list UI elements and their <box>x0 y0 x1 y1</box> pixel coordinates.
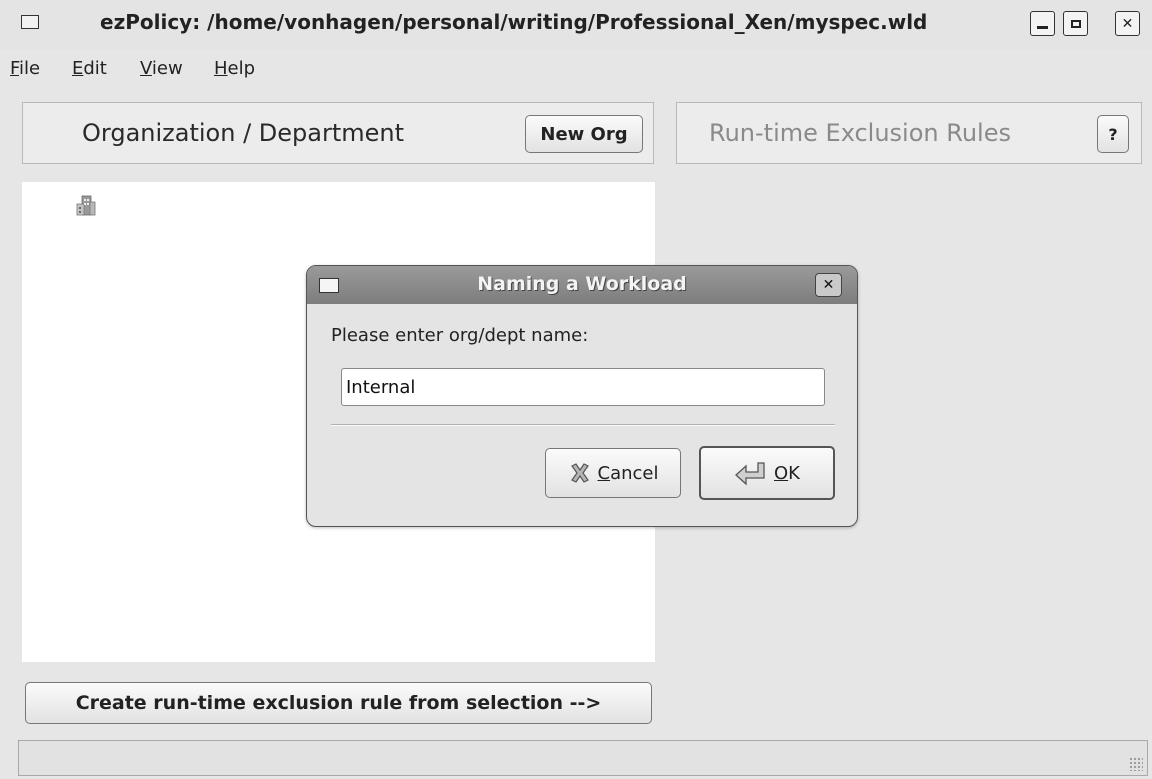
create-exclusion-rule-button[interactable]: Create run-time exclusion rule from sele… <box>25 682 652 724</box>
maximize-icon <box>1070 19 1081 28</box>
window-title: ezPolicy: /home/vonhagen/personal/writin… <box>100 10 928 34</box>
resize-grip-icon[interactable] <box>1129 757 1143 771</box>
dialog-title: Naming a Workload <box>477 273 687 295</box>
new-org-button[interactable]: New Org <box>525 115 643 153</box>
cancel-button[interactable]: Cancel <box>545 448 681 498</box>
org-panel-header: Organization / Department New Org <box>22 102 654 164</box>
dialog-separator <box>331 424 835 426</box>
org-name-input[interactable] <box>341 368 825 406</box>
window-menu-icon[interactable] <box>21 15 39 29</box>
menu-edit[interactable]: Edit <box>72 58 107 79</box>
dialog-prompt: Please enter org/dept name: <box>331 325 589 346</box>
cancel-x-icon <box>570 463 589 483</box>
organization-building-icon[interactable] <box>76 194 96 216</box>
dialog-close-button[interactable]: ✕ <box>815 273 842 297</box>
window-titlebar: ezPolicy: /home/vonhagen/personal/writin… <box>0 0 1152 50</box>
enter-arrow-icon <box>735 462 765 486</box>
minimize-icon <box>1037 26 1048 29</box>
naming-workload-dialog: Naming a Workload ✕ Please enter org/dep… <box>306 265 858 527</box>
ok-button[interactable]: OK <box>699 446 835 500</box>
ok-label: OK <box>774 462 800 484</box>
minimize-button[interactable] <box>1030 11 1055 36</box>
status-bar <box>18 740 1148 776</box>
menu-help[interactable]: Help <box>214 58 255 79</box>
menubar: File Edit View Help <box>0 52 1152 88</box>
close-icon: ✕ <box>1121 15 1134 32</box>
help-button[interactable]: ? <box>1097 115 1129 153</box>
org-panel-title: Organization / Department <box>82 119 405 147</box>
menu-file[interactable]: File <box>10 58 40 79</box>
exclusion-rules-header: Run-time Exclusion Rules ? <box>676 102 1142 164</box>
maximize-button[interactable] <box>1063 11 1088 36</box>
menu-view[interactable]: View <box>140 58 183 79</box>
dialog-titlebar[interactable]: Naming a Workload ✕ <box>307 266 857 304</box>
close-button[interactable]: ✕ <box>1115 11 1140 36</box>
exclusion-rules-title: Run-time Exclusion Rules <box>709 119 1011 147</box>
close-icon: ✕ <box>822 277 835 293</box>
cancel-label: Cancel <box>597 462 659 484</box>
